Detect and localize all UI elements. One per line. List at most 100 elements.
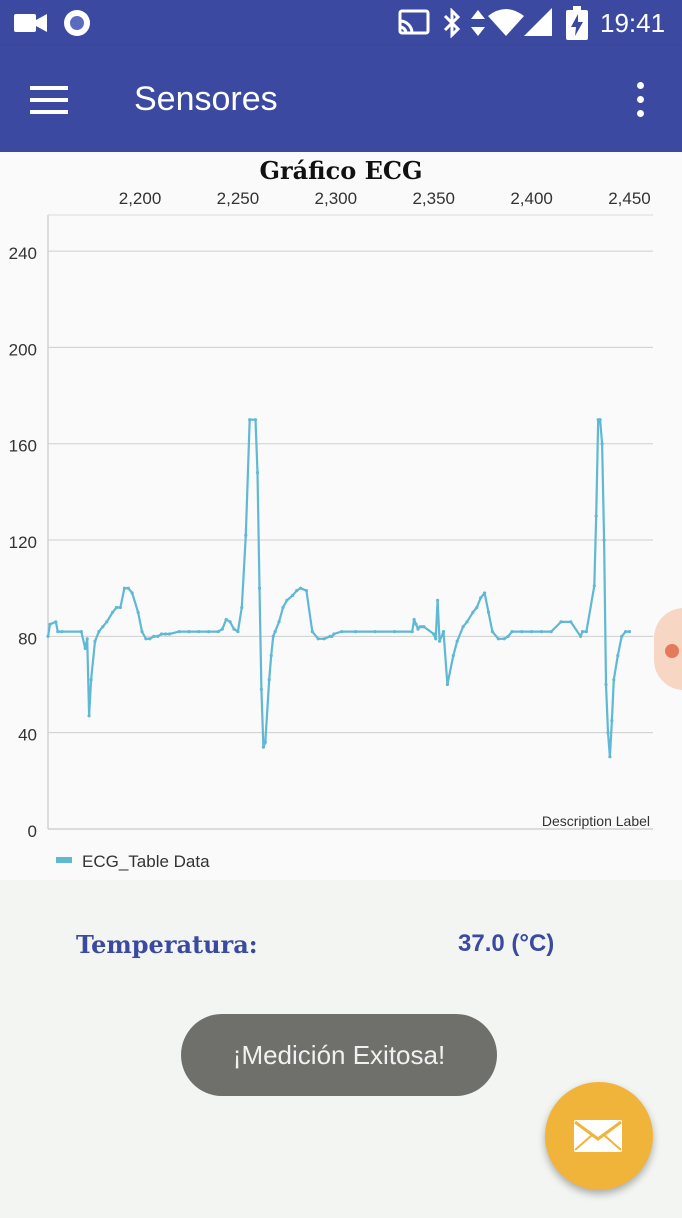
data-point (232, 627, 236, 631)
data-point (220, 627, 224, 631)
data-point (455, 639, 459, 643)
data-point (410, 630, 414, 634)
data-point (273, 630, 277, 634)
data-point (152, 634, 156, 638)
ecg-chart[interactable]: 0 40 80 120 160 200 240 2,200 2,250 2,300 2,350 2,4… (0, 152, 682, 880)
data-point (496, 637, 500, 641)
data-point (310, 630, 314, 634)
data-point (441, 630, 446, 634)
data-point (148, 637, 152, 641)
data-point (627, 630, 632, 634)
data-point (207, 630, 211, 634)
data-point (373, 630, 377, 634)
data-point (85, 637, 89, 641)
data-point (140, 630, 144, 634)
cast-icon (398, 9, 430, 35)
data-point (610, 719, 614, 723)
data-point (244, 533, 248, 537)
data-point (451, 654, 455, 658)
data-point (549, 630, 553, 634)
data-point (263, 740, 267, 744)
data-point (240, 605, 244, 610)
mail-fab-button[interactable] (545, 1082, 653, 1190)
data-point (608, 755, 612, 759)
data-point (483, 591, 487, 595)
x-tick-label: 2,250 (217, 189, 260, 208)
data-point (316, 637, 320, 641)
ecg-chart-card: Gráfico ECG 0 40 80 120 160 200 240 2,200 2,250 2… (0, 152, 682, 880)
data-point (600, 442, 604, 446)
data-point (187, 630, 191, 634)
data-point (616, 654, 620, 658)
data-point (606, 731, 610, 735)
floating-handle-dot (665, 644, 679, 658)
data-point (277, 620, 281, 624)
data-point (271, 634, 275, 638)
data-point (594, 514, 598, 518)
data-point (224, 617, 228, 622)
more-vert-icon[interactable] (630, 82, 650, 118)
data-point (486, 610, 491, 614)
data-point (353, 630, 357, 634)
data-point (598, 418, 602, 422)
data-point (332, 632, 336, 636)
toast-message: ¡Medición Exitosa! (181, 1014, 497, 1096)
data-point (253, 418, 258, 422)
legend-swatch (56, 857, 72, 863)
data-point (126, 586, 130, 590)
bluetooth-icon (443, 8, 461, 38)
data-point (584, 630, 589, 634)
data-point (414, 622, 418, 626)
data-point (105, 620, 109, 624)
data-point (604, 682, 608, 687)
data-point (285, 598, 289, 602)
data-point (93, 639, 97, 643)
y-tick-label: 160 (9, 437, 37, 456)
data-point (56, 630, 60, 634)
data-point (612, 678, 616, 682)
data-point (130, 591, 134, 595)
data-point (438, 639, 442, 643)
data-point (602, 538, 606, 542)
data-point (422, 625, 426, 629)
temperature-label: Temperatura: (76, 930, 258, 959)
data-point (322, 637, 326, 641)
data-point (530, 630, 534, 634)
data-point (579, 634, 583, 638)
data-point (248, 418, 252, 422)
data-point (490, 630, 494, 634)
app-bar: Sensores (0, 46, 682, 152)
status-bar: 19:41 (0, 0, 682, 46)
data-point (46, 634, 50, 638)
data-point (163, 632, 168, 636)
data-point (160, 632, 164, 636)
legend-label: ECG_Table Data (82, 852, 210, 871)
data-point (118, 605, 122, 610)
data-arrows-icon (471, 10, 485, 36)
data-point (267, 678, 271, 682)
data-point (281, 605, 285, 610)
data-point (54, 620, 58, 624)
hamburger-menu-icon[interactable] (30, 86, 68, 114)
data-point (97, 630, 101, 634)
x-tick-label: 2,350 (412, 189, 455, 208)
data-point (236, 630, 240, 634)
data-point (432, 632, 436, 636)
data-point (436, 598, 440, 602)
description-label: Description Label (542, 813, 650, 829)
data-point (471, 610, 475, 614)
data-point (259, 687, 263, 691)
video-camera-icon (14, 14, 47, 32)
data-point (136, 610, 140, 614)
app-title: Sensores (134, 80, 278, 118)
data-point (295, 589, 299, 593)
data-point (101, 625, 105, 629)
data-point (506, 634, 510, 638)
data-point (87, 714, 91, 718)
data-point (122, 586, 126, 590)
battery-charging-icon (566, 6, 588, 40)
data-point (257, 586, 262, 590)
data-point (445, 682, 449, 687)
data-point (89, 678, 93, 682)
data-point (269, 654, 273, 658)
